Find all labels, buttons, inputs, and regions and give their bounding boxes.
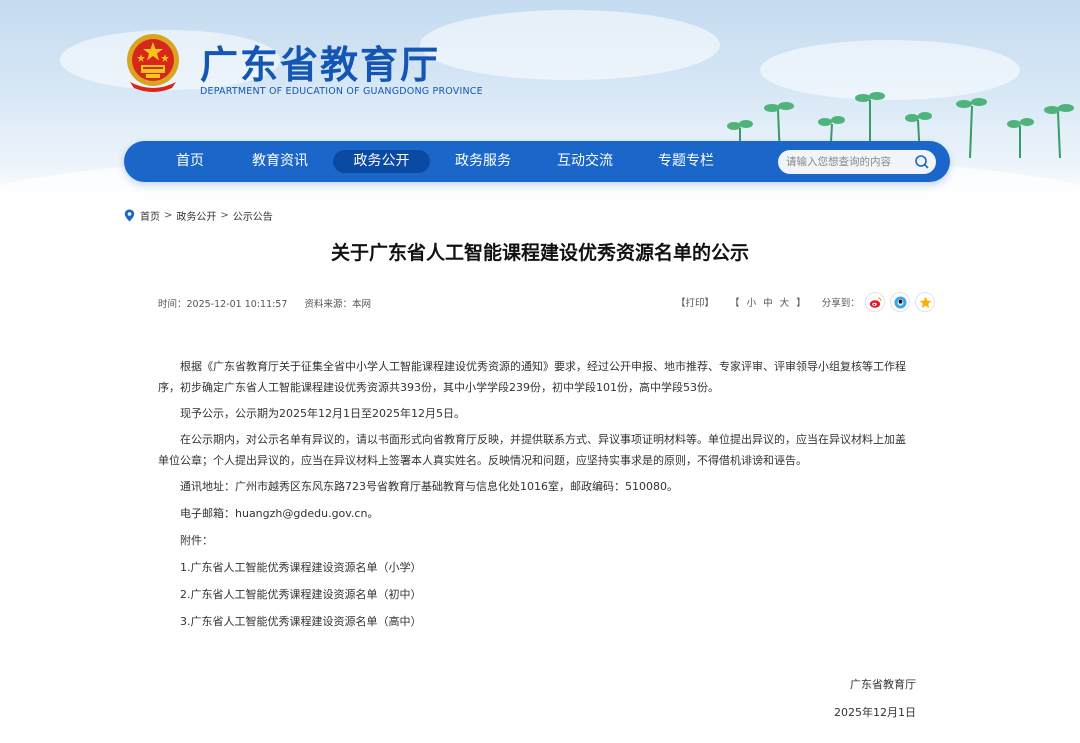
bracket: 【	[730, 298, 740, 309]
nav-item-government-services[interactable]: 政务服务	[451, 150, 515, 173]
font-size-medium[interactable]: 中	[763, 298, 773, 309]
breadcrumb-separator: >	[220, 209, 229, 221]
site-subtitle: DEPARTMENT OF EDUCATION OF GUANGDONG PRO…	[200, 86, 483, 97]
signature: 广东省教育厅	[850, 678, 916, 691]
breadcrumb-separator: >	[164, 209, 173, 221]
address-paragraph: 通讯地址：广州市越秀区东风东路723号省教育厅基础教育与信息化处1016室，邮政…	[180, 480, 678, 493]
nav-item-special-topics[interactable]: 专题专栏	[654, 150, 718, 173]
font-size-switcher: 【 小 中 大 】	[728, 295, 808, 309]
nav-item-interaction[interactable]: 互动交流	[553, 150, 617, 173]
search-box	[778, 150, 936, 174]
attachments-label: 附件：	[180, 534, 213, 547]
main-nav: 首页 教育资讯 政务公开 政务服务 互动交流 专题专栏	[124, 141, 950, 182]
share-weibo-button[interactable]	[864, 292, 885, 312]
national-emblem-icon	[127, 34, 179, 92]
article-title: 关于广东省人工智能课程建设优秀资源名单的公示	[330, 242, 749, 264]
breadcrumb: 首页 > 政务公开 > 公示公告	[124, 208, 273, 223]
attachment-link-senior[interactable]: 3.广东省人工智能优秀课程建设资源名单（高中）	[158, 611, 916, 632]
site-title[interactable]: 广东省教育厅	[200, 34, 440, 89]
nav-item-government-affairs[interactable]: 政务公开	[333, 150, 430, 173]
bracket: 】	[796, 298, 806, 309]
signature-date: 2025年12月1日	[834, 706, 916, 719]
weibo-icon	[869, 297, 882, 308]
paragraph: 根据《广东省教育厅关于征集全省中小学人工智能课程建设优秀资源的通知》要求，经过公…	[158, 360, 906, 394]
qzone-icon	[919, 296, 932, 308]
paragraph: 在公示期内，对公示名单有异议的，请以书面形式向省教育厅反映，并提供联系方式、异议…	[158, 433, 906, 467]
breadcrumb-announcements[interactable]: 公示公告	[233, 208, 273, 223]
nav-item-home[interactable]: 首页	[168, 150, 212, 173]
breadcrumb-government-affairs[interactable]: 政务公开	[176, 208, 216, 223]
share-label: 分享到：	[821, 298, 860, 309]
publish-time: 时间：2025-12-01 10:11:57	[158, 299, 288, 310]
location-pin-icon	[124, 209, 135, 221]
qq-icon	[894, 296, 907, 309]
print-button[interactable]: 【打印】	[676, 295, 714, 309]
article-tools: 【打印】 【 小 中 大 】 分享到：	[676, 291, 935, 313]
article-source: 资料来源：本网	[304, 299, 371, 310]
share-qzone-button[interactable]	[914, 292, 935, 312]
email-paragraph: 电子邮箱：huangzh@gdedu.gov.cn。	[180, 507, 379, 520]
attachment-link-junior[interactable]: 2.广东省人工智能优秀课程建设资源名单（初中）	[158, 584, 916, 605]
cloud-decoration	[420, 10, 720, 80]
breadcrumb-home[interactable]: 首页	[140, 208, 160, 223]
share-qq-button[interactable]	[889, 292, 910, 312]
article-meta: 时间：2025-12-01 10:11:57 资料来源：本网	[158, 296, 385, 310]
article-body: 根据《广东省教育厅关于征集全省中小学人工智能课程建设优秀资源的通知》要求，经过公…	[158, 356, 916, 638]
font-size-large[interactable]: 大	[780, 298, 790, 309]
attachment-link-primary[interactable]: 1.广东省人工智能优秀课程建设资源名单（小学）	[158, 557, 916, 578]
search-input[interactable]	[786, 153, 911, 171]
search-icon[interactable]	[914, 154, 930, 170]
paragraph: 现予公示，公示期为2025年12月1日至2025年12月5日。	[180, 407, 465, 420]
font-size-small[interactable]: 小	[747, 298, 757, 309]
nav-item-education-news[interactable]: 教育资讯	[248, 150, 312, 173]
